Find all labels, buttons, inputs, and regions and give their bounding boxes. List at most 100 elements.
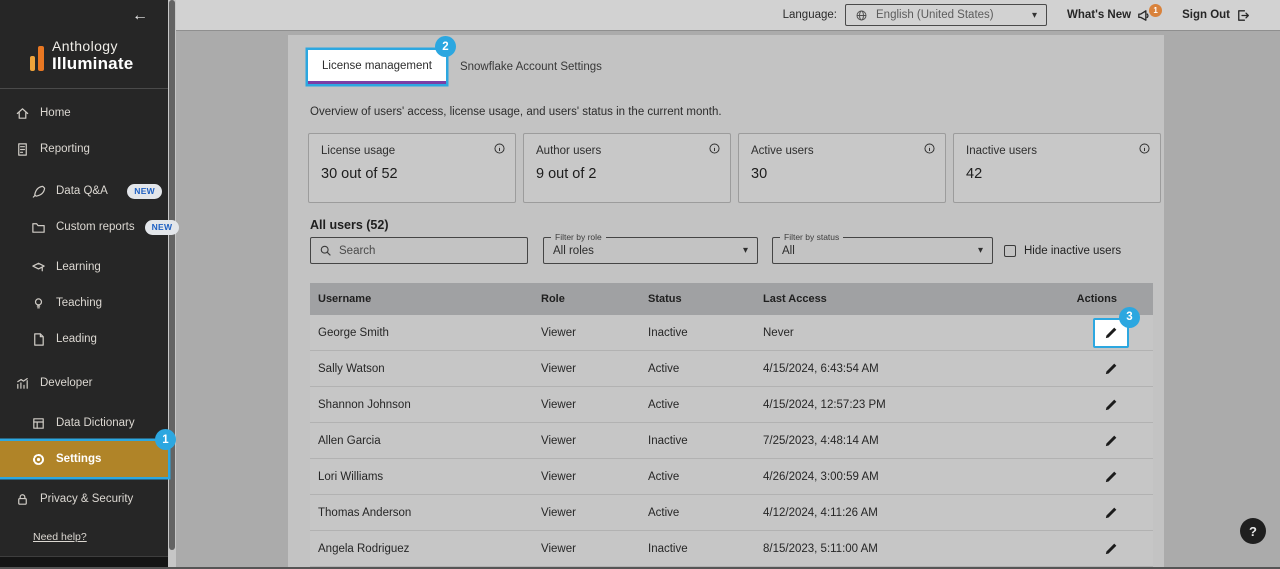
data-qa-icon xyxy=(30,183,46,199)
callout-badge: 3 xyxy=(1119,307,1140,328)
cell-username: Thomas Anderson xyxy=(310,507,533,519)
table-row: Allen Garcia Viewer Inactive 7/25/2023, … xyxy=(310,423,1153,459)
cell-actions xyxy=(1027,426,1153,456)
card-license-usage: License usage 30 out of 52 xyxy=(308,133,516,203)
sidebar-item-label: Developer xyxy=(40,377,92,389)
whats-new-button[interactable]: What's New 1 xyxy=(1067,8,1162,23)
help-button[interactable]: ? xyxy=(1240,518,1266,544)
sidebar-item-label: Learning xyxy=(56,261,101,273)
table-row: Shannon Johnson Viewer Active 4/15/2024,… xyxy=(310,387,1153,423)
cell-last-access: 4/26/2024, 3:00:59 AM xyxy=(755,471,1027,483)
sign-out-icon xyxy=(1235,8,1250,23)
users-table: Username Role Status Last Access Actions… xyxy=(310,283,1153,567)
tab-snowflake-account-settings[interactable]: Snowflake Account Settings xyxy=(446,50,616,84)
language-value: English (United States) xyxy=(876,9,994,21)
sidebar-item-developer[interactable]: Developer xyxy=(0,365,168,401)
settings-icon xyxy=(30,451,46,467)
tab-license-management[interactable]: License management 2 xyxy=(308,50,446,84)
card-value: 30 xyxy=(751,166,933,182)
info-icon[interactable] xyxy=(1138,142,1151,160)
search-icon xyxy=(319,244,332,257)
sidebar-item-label: Reporting xyxy=(40,143,90,155)
sidebar-item-label: Data Dictionary xyxy=(56,417,135,429)
sidebar-item-learning[interactable]: Learning xyxy=(0,249,168,285)
edit-user-button[interactable] xyxy=(1093,498,1129,528)
hide-inactive-label: Hide inactive users xyxy=(1024,245,1121,257)
filter-by-status-select[interactable]: Filter by status All ▾ xyxy=(772,237,993,264)
sidebar-nav: Home Reporting Data Q&A NEW Custom repor… xyxy=(0,89,168,545)
developer-icon xyxy=(14,375,30,391)
hide-inactive-checkbox[interactable] xyxy=(1004,245,1016,257)
cell-actions xyxy=(1027,390,1153,420)
cell-last-access: 4/15/2024, 6:43:54 AM xyxy=(755,363,1027,375)
privacy-security-icon xyxy=(14,491,30,507)
chevron-down-icon: ▾ xyxy=(743,245,748,256)
sidebar-item-label: Teaching xyxy=(56,297,102,309)
search-input[interactable] xyxy=(339,245,519,257)
info-icon[interactable] xyxy=(708,142,721,160)
sidebar-item-data-dictionary[interactable]: Data Dictionary xyxy=(0,405,168,441)
sidebar-item-settings[interactable]: Settings 1 xyxy=(0,441,168,477)
cell-last-access: 7/25/2023, 4:48:14 AM xyxy=(755,435,1027,447)
anthology-illuminate-logo: Anthology Illuminate xyxy=(30,38,133,74)
info-icon[interactable] xyxy=(493,142,506,160)
sidebar: ← Anthology Illuminate Home Reporting Da… xyxy=(0,0,168,569)
info-icon[interactable] xyxy=(923,142,936,160)
cell-actions: 3 xyxy=(1027,318,1153,348)
column-header-status: Status xyxy=(640,293,755,305)
settings-panel: License management 2 Snowflake Account S… xyxy=(288,35,1164,569)
cell-role: Viewer xyxy=(533,363,640,375)
edit-user-button[interactable] xyxy=(1093,462,1129,492)
scrollbar-thumb[interactable] xyxy=(169,0,175,550)
user-table-body: George Smith Viewer Inactive Never 3 Sal… xyxy=(310,315,1153,567)
table-row: Thomas Anderson Viewer Active 4/12/2024,… xyxy=(310,495,1153,531)
sidebar-item-reporting[interactable]: Reporting xyxy=(0,131,168,167)
filter-role-value: All roles xyxy=(553,245,594,257)
column-header-actions: Actions xyxy=(1027,293,1153,305)
logo-line2: Illuminate xyxy=(52,54,133,74)
card-author-users: Author users 9 out of 2 xyxy=(523,133,731,203)
sidebar-item-custom-reports[interactable]: Custom reports NEW xyxy=(0,209,168,245)
cell-actions xyxy=(1027,462,1153,492)
edit-user-button[interactable]: 3 xyxy=(1093,318,1129,348)
cell-role: Viewer xyxy=(533,435,640,447)
edit-user-button[interactable] xyxy=(1093,390,1129,420)
sidebar-item-privacy-security[interactable]: Privacy & Security xyxy=(0,481,168,517)
filter-status-label: Filter by status xyxy=(780,232,843,242)
cell-status: Active xyxy=(640,507,755,519)
sidebar-item-teaching[interactable]: Teaching xyxy=(0,285,168,321)
cell-status: Active xyxy=(640,471,755,483)
topbar: Language: English (United States) ▾ What… xyxy=(176,0,1280,31)
column-header-last-access: Last Access xyxy=(755,293,1027,305)
edit-user-button[interactable] xyxy=(1093,426,1129,456)
sidebar-header: ← Anthology Illuminate xyxy=(0,0,168,89)
pencil-icon xyxy=(1104,542,1118,556)
hide-inactive-users-control: Hide inactive users xyxy=(1004,237,1121,264)
sidebar-item-leading[interactable]: Leading xyxy=(0,321,168,357)
sidebar-item-home[interactable]: Home xyxy=(0,95,168,131)
pencil-icon xyxy=(1104,470,1118,484)
brand-bars-icon xyxy=(30,46,44,74)
sidebar-item-label: Privacy & Security xyxy=(40,493,133,505)
sidebar-item-data-qa[interactable]: Data Q&A NEW xyxy=(0,173,168,209)
cell-username: Shannon Johnson xyxy=(310,399,533,411)
filter-by-role-select[interactable]: Filter by role All roles ▾ xyxy=(543,237,758,264)
language-label: Language: xyxy=(783,9,837,21)
sidebar-item-label: Data Q&A xyxy=(56,185,108,197)
table-controls: Filter by role All roles ▾ Filter by sta… xyxy=(288,237,1164,265)
pencil-icon xyxy=(1104,434,1118,448)
language-select[interactable]: English (United States) ▾ xyxy=(845,4,1047,26)
need-help-link[interactable]: Need help? xyxy=(33,531,87,543)
card-value: 30 out of 52 xyxy=(321,166,503,182)
new-badge: NEW xyxy=(145,220,180,235)
cell-role: Viewer xyxy=(533,543,640,555)
page-description: Overview of users' access, license usage… xyxy=(310,106,722,118)
custom-reports-icon xyxy=(30,219,46,235)
sign-out-button[interactable]: Sign Out xyxy=(1182,8,1250,23)
sidebar-item-label: Leading xyxy=(56,333,97,345)
pencil-icon xyxy=(1104,506,1118,520)
edit-user-button[interactable] xyxy=(1093,354,1129,384)
cell-status: Active xyxy=(640,363,755,375)
edit-user-button[interactable] xyxy=(1093,534,1129,564)
collapse-sidebar-icon[interactable]: ← xyxy=(132,7,148,25)
